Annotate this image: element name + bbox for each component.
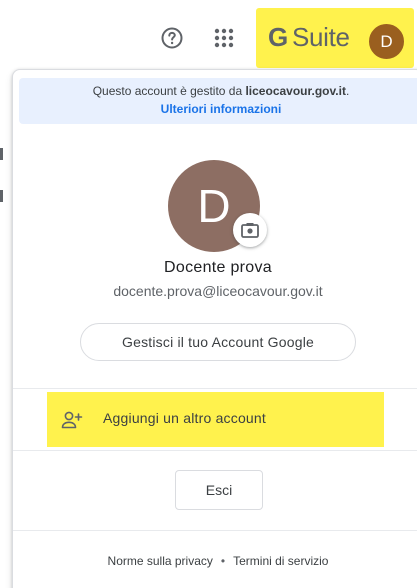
- camera-icon: [241, 223, 259, 238]
- change-photo-button[interactable]: [233, 213, 267, 247]
- divider: [13, 388, 417, 389]
- managed-suffix: .: [345, 84, 350, 98]
- divider: [13, 530, 417, 531]
- background-fragment: [0, 148, 3, 160]
- add-account-label[interactable]: Aggiungi un altro account: [103, 410, 266, 426]
- account-avatar-button[interactable]: D: [369, 24, 404, 59]
- gsuite-logo-text: Suite: [291, 21, 350, 52]
- manage-account-button[interactable]: Gestisci il tuo Account Google: [80, 323, 356, 361]
- privacy-policy-link[interactable]: Norme sulla privacy: [108, 554, 213, 568]
- managed-account-banner: Questo account è gestito da liceocavour.…: [19, 78, 417, 124]
- terms-of-service-link[interactable]: Termini di servizio: [233, 554, 328, 568]
- apps-grid-icon: [214, 28, 234, 48]
- account-panel: Questo account è gestito da liceocavour.…: [12, 69, 417, 588]
- user-email: docente.prova@liceocavour.gov.it: [113, 283, 323, 299]
- footer-separator: •: [220, 554, 226, 568]
- gsuite-logo-g: G: [268, 21, 288, 52]
- account-menu-screen: G Suite D Questo account è gestito da li…: [0, 0, 417, 588]
- person-add-icon: [61, 411, 83, 429]
- help-circle-icon: [161, 27, 183, 49]
- divider: [13, 450, 417, 451]
- sign-out-button[interactable]: Esci: [175, 470, 263, 510]
- more-info-link[interactable]: Ulteriori informazioni: [19, 102, 417, 116]
- gsuite-logo[interactable]: G Suite: [268, 20, 350, 54]
- help-button[interactable]: [159, 25, 185, 51]
- footer-links: Norme sulla privacy • Termini di servizio: [13, 554, 417, 568]
- managed-notice: Questo account è gestito da liceocavour.…: [19, 84, 417, 98]
- managed-domain: liceocavour.gov.it: [245, 84, 346, 98]
- top-bar: G Suite D: [0, 0, 417, 70]
- apps-button[interactable]: [211, 25, 237, 51]
- user-name: Docente prova: [164, 259, 272, 276]
- managed-prefix: Questo account è gestito da: [92, 84, 246, 98]
- background-fragment: [0, 190, 3, 202]
